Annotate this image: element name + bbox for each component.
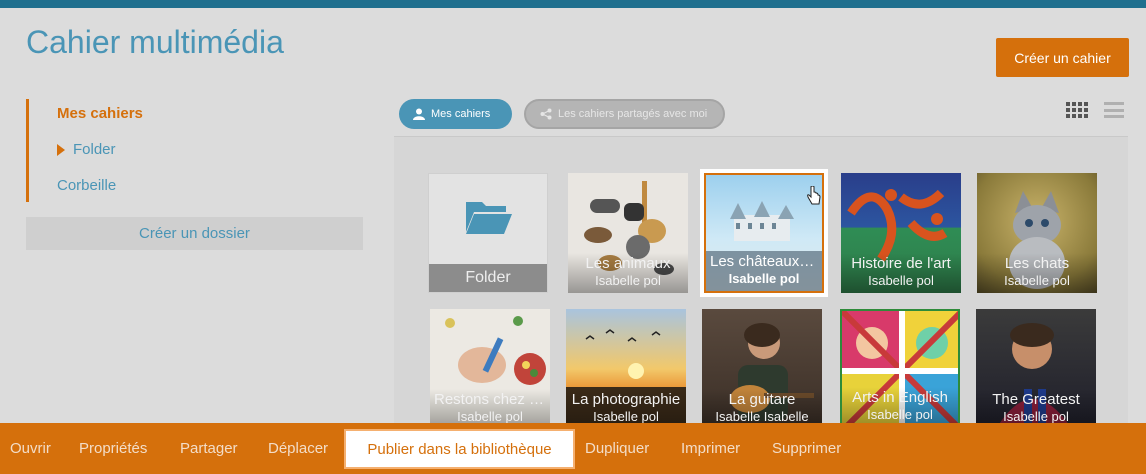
action-duplicate[interactable]: Dupliquer (585, 423, 649, 474)
grid-view-icon[interactable] (1066, 102, 1088, 118)
sidebar: Mes cahiers Folder Corbeille (26, 99, 366, 202)
notebook-title: Les animaux (585, 255, 671, 272)
notebook-title: Les châteaux de la Loire (710, 253, 818, 270)
sidebar-item-label: Folder (73, 141, 116, 158)
caret-right-icon[interactable] (57, 144, 65, 157)
notebook-caption: Les châteaux de la Loire Isabelle pol (706, 251, 822, 291)
sidebar-item-folder[interactable]: Folder (57, 141, 116, 158)
folder-label: Folder (429, 264, 547, 292)
top-bar (0, 0, 1146, 8)
action-delete[interactable]: Supprimer (772, 423, 841, 474)
notebook-caption: Les animaux Isabelle pol (568, 253, 688, 293)
notebook-card[interactable]: The Greatest Isabelle pol (976, 309, 1096, 429)
list-view-icon[interactable] (1104, 102, 1124, 118)
notebook-author: Isabelle pol (868, 273, 934, 288)
notebook-author: Isabelle pol (867, 407, 933, 422)
notebook-author: Isabelle pol (728, 271, 800, 286)
action-share[interactable]: Partager (180, 423, 238, 474)
sidebar-item-trash[interactable]: Corbeille (57, 177, 116, 194)
notebook-caption: Histoire de l'art Isabelle pol (841, 253, 961, 293)
notebook-card[interactable]: Les animaux Isabelle pol (568, 173, 688, 293)
notebook-caption: Les chats Isabelle pol (977, 253, 1097, 293)
share-icon (540, 108, 552, 120)
page-title: Cahier multimédia (26, 24, 284, 60)
notebook-title: Histoire de l'art (851, 255, 951, 272)
action-properties[interactable]: Propriétés (79, 423, 147, 474)
action-open[interactable]: Ouvrir (10, 423, 51, 474)
filter-my-notebooks[interactable]: Mes cahiers (399, 99, 512, 129)
filter-label: Mes cahiers (431, 108, 491, 120)
notebook-author: Isabelle pol (595, 273, 661, 288)
folder-card[interactable]: Folder (428, 173, 548, 293)
notebook-card[interactable]: Arts in English Isabelle pol (840, 309, 960, 429)
create-folder-button[interactable]: Créer un dossier (26, 217, 363, 250)
create-notebook-button[interactable]: Créer un cahier (996, 38, 1129, 77)
notebook-title: The Greatest (992, 391, 1080, 408)
notebooks-panel: Folder Les animaux Isabelle pol Les chât… (394, 136, 1128, 429)
notebook-author: Isabelle pol (1004, 273, 1070, 288)
notebook-title: Les chats (1004, 255, 1070, 272)
action-bar: Ouvrir Propriétés Partager Déplacer Publ… (0, 423, 1146, 474)
notebook-card[interactable]: La guitare Isabelle Isabelle (702, 309, 822, 429)
notebook-card[interactable]: Restons chez nous Isabelle pol (430, 309, 550, 429)
hand-cursor-icon (807, 186, 821, 205)
action-publish-library[interactable]: Publier dans la bibliothèque (344, 429, 575, 469)
sidebar-item-my-notebooks[interactable]: Mes cahiers (57, 105, 143, 122)
filter-shared-notebooks[interactable]: Les cahiers partagés avec moi (524, 99, 725, 129)
user-icon (413, 108, 425, 120)
folder-icon (466, 202, 512, 234)
notebook-card[interactable]: La photographie Isabelle pol (566, 309, 686, 429)
notebook-card[interactable]: Les chats Isabelle pol (977, 173, 1097, 293)
notebook-title: La guitare (728, 391, 796, 408)
notebook-card[interactable]: Histoire de l'art Isabelle pol (841, 173, 961, 293)
notebook-title: Arts in English (852, 389, 948, 406)
notebook-title: Restons chez nous (434, 391, 546, 408)
filter-label: Les cahiers partagés avec moi (558, 108, 708, 120)
action-print[interactable]: Imprimer (681, 423, 740, 474)
notebook-title: La photographie (571, 391, 681, 408)
notebook-caption: Arts in English Isabelle pol (842, 387, 958, 427)
action-move[interactable]: Déplacer (268, 423, 328, 474)
